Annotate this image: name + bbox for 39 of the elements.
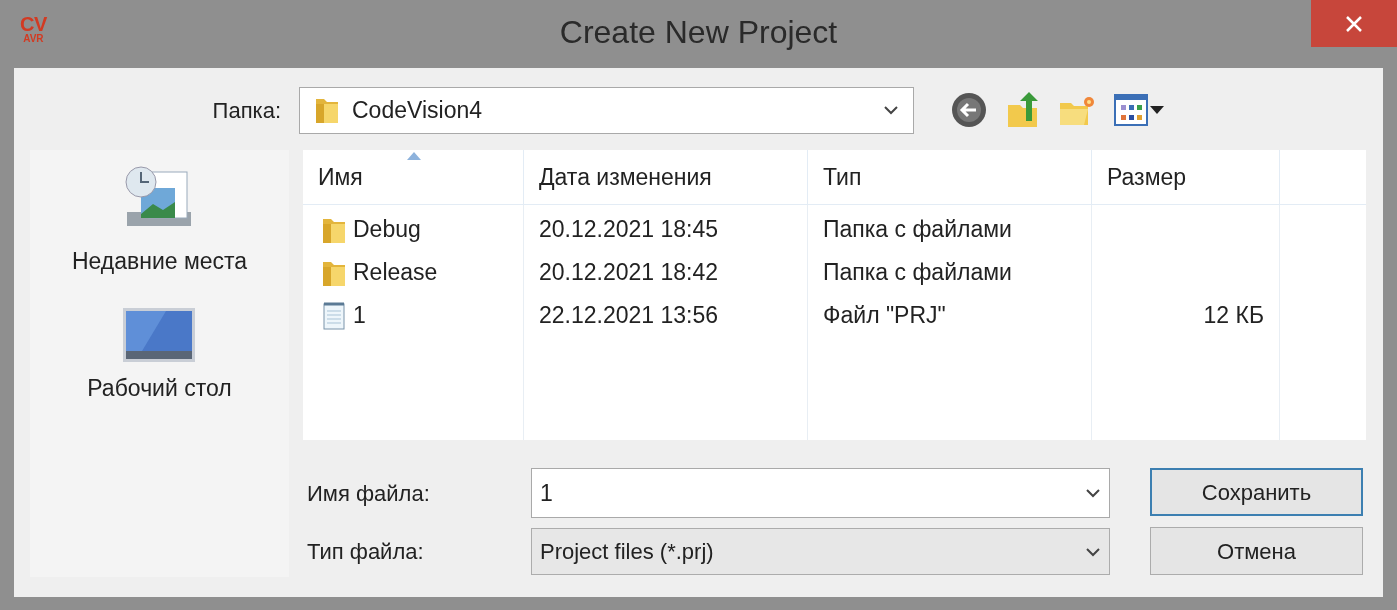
- column-header[interactable]: Имя: [303, 150, 524, 204]
- desktop-icon: [122, 306, 197, 363]
- file-name: Debug: [353, 215, 421, 245]
- type-cell: Папка с файлами: [823, 216, 1012, 243]
- date-cell: 20.12.2021 18:45: [539, 216, 719, 243]
- close-icon: [1345, 14, 1363, 33]
- file-name: 1: [353, 301, 366, 331]
- date-cell: 22.12.2021 13:56: [539, 302, 719, 329]
- dialog-button[interactable]: Отмена: [1150, 527, 1363, 575]
- filename-field[interactable]: 1: [531, 468, 1110, 518]
- chevron-icon: [1085, 546, 1101, 557]
- size-cell: 12 КБ: [1203, 302, 1264, 329]
- filetype-label: Тип файла:: [306, 538, 425, 566]
- document-icon: [321, 300, 347, 331]
- back-icon[interactable]: [950, 91, 988, 129]
- column-header[interactable]: Размер: [1092, 150, 1280, 204]
- place-item[interactable]: Рабочий стол: [87, 306, 232, 405]
- folder-dropdown[interactable]: CodeVision4: [299, 86, 914, 134]
- file-row[interactable]: 1 22.12.2021 13:56 Файл "PRJ" 12 КБ: [303, 294, 1366, 337]
- folder-label: Папка:: [211, 96, 282, 125]
- file-name: Release: [353, 258, 438, 288]
- up-folder-icon[interactable]: [1006, 91, 1040, 129]
- column-header[interactable]: Тип: [808, 150, 1092, 204]
- close-button[interactable]: [1311, 0, 1397, 47]
- file-row[interactable]: Debug 20.12.2021 18:45 Папка с файлами: [303, 208, 1366, 251]
- filetype-dropdown[interactable]: Project files (*.prj): [531, 528, 1110, 575]
- place-item[interactable]: Недавние места: [71, 164, 248, 279]
- chevron-icon: [883, 105, 899, 115]
- column-header[interactable]: Дата изменения: [524, 150, 808, 204]
- window-title: Create New Project: [559, 13, 838, 52]
- dialog-button[interactable]: Сохранить: [1150, 468, 1363, 516]
- date-cell: 20.12.2021 18:42: [539, 259, 719, 286]
- filename-label: Имя файла:: [306, 479, 431, 508]
- view-menu-icon[interactable]: [1114, 93, 1164, 127]
- chevron-icon: [1085, 488, 1101, 498]
- app-logo: CV AVR: [20, 14, 47, 44]
- type-cell: Папка с файлами: [823, 259, 1012, 286]
- file-row[interactable]: Release 20.12.2021 18:42 Папка с файлами: [303, 251, 1366, 294]
- type-cell: Файл "PRJ": [823, 302, 946, 329]
